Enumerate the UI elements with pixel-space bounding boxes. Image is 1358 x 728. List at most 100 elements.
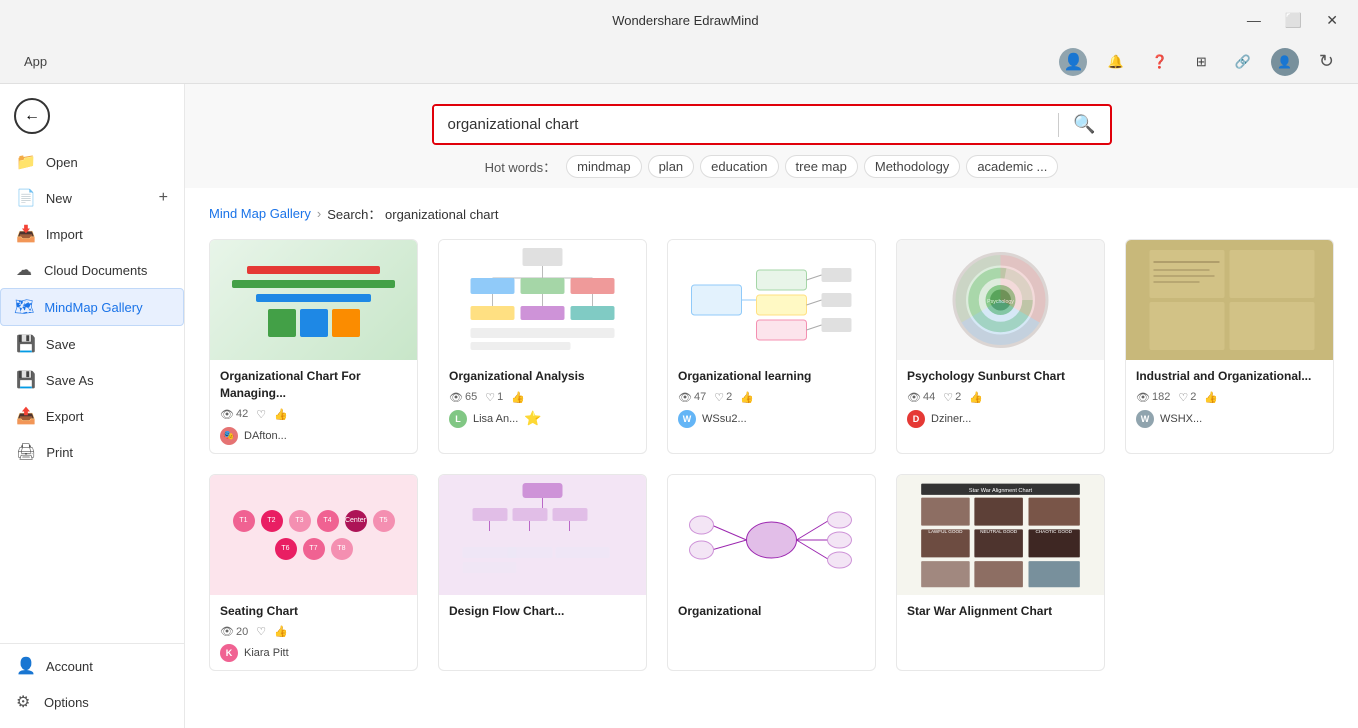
card-title-4: Psychology Sunburst Chart: [907, 368, 1094, 385]
grid-icon[interactable]: ⊞: [1188, 50, 1215, 74]
sidebar-label-gallery: MindMap Gallery: [44, 300, 142, 315]
sidebar-item-new[interactable]: 📄 New +: [0, 180, 184, 216]
hot-word-academic[interactable]: academic ...: [966, 155, 1058, 178]
sidebar-label-export: Export: [46, 409, 84, 424]
svg-text:Star War Alignment Chart: Star War Alignment Chart: [969, 488, 1033, 494]
hot-words-label: Hot words：: [485, 157, 557, 176]
help-icon[interactable]: ❓: [1144, 50, 1176, 74]
sidebar-item-print[interactable]: 🖨 Print: [0, 434, 184, 470]
gallery-icon: 🗺: [14, 297, 34, 317]
author-avatar-1: 🎭: [220, 427, 238, 445]
card-meta-3: 👁 47 ♡ 2 👍: [678, 391, 865, 404]
author-name-1: DAfton...: [244, 430, 287, 442]
card-thumb-7: [439, 475, 646, 595]
title-bar: Wondershare EdrawMind — ⬜ ✕: [0, 0, 1358, 40]
card-title-2: Organizational Analysis: [449, 368, 636, 385]
sidebar-item-save-as[interactable]: 💾 Save As: [0, 362, 184, 398]
hot-word-education[interactable]: education: [700, 155, 778, 178]
maximize-button[interactable]: ⬜: [1277, 8, 1310, 33]
sidebar-item-options[interactable]: ⚙ Options: [0, 684, 184, 720]
sidebar-item-cloud[interactable]: ☁ Cloud Documents: [0, 252, 184, 288]
user-avatar[interactable]: 👤: [1271, 48, 1299, 76]
breadcrumb-root[interactable]: Mind Map Gallery: [209, 206, 311, 221]
toolbar-left: App: [16, 50, 55, 73]
card-title-7: Design Flow Chart...: [449, 603, 636, 620]
sidebar-label-account: Account: [46, 659, 93, 674]
svg-text:CHAOTIC GOOD: CHAOTIC GOOD: [1035, 529, 1072, 534]
sidebar-label-cloud: Cloud Documents: [44, 263, 147, 278]
card-views-2: 👁 65: [449, 391, 477, 404]
card-heart-4: ♡ 2: [943, 391, 961, 404]
svg-text:LAWFUL GOOD: LAWFUL GOOD: [928, 529, 963, 534]
close-button[interactable]: ✕: [1318, 8, 1346, 33]
card-title-8: Organizational: [678, 603, 865, 620]
back-button[interactable]: ←: [0, 92, 184, 140]
card-seating[interactable]: T1 T2 T3 T4 Center T5 T6 T7 T8 Seating C…: [209, 474, 418, 672]
share-icon[interactable]: 🔗: [1227, 50, 1259, 74]
card-heart-1: ♡: [256, 408, 266, 421]
card-like-3: 👍: [740, 391, 754, 404]
app-button[interactable]: App: [16, 50, 55, 73]
org-learning-svg: [668, 240, 875, 360]
card-starwar[interactable]: Star War Alignment Chart: [896, 474, 1105, 672]
sidebar-label-saveas: Save As: [46, 373, 94, 388]
card-author-3: W WSsu2...: [678, 410, 865, 428]
card-thumb-9: Star War Alignment Chart: [897, 475, 1104, 595]
card-meta-5: 👁 182 ♡ 2 👍: [1136, 391, 1323, 404]
export-icon: 📤: [16, 406, 36, 426]
content-area: 🔍 Hot words： mindmap plan education tree…: [185, 84, 1358, 728]
save-icon: 💾: [16, 334, 36, 354]
card-org-purple[interactable]: Organizational: [667, 474, 876, 672]
sidebar-item-save[interactable]: 💾 Save: [0, 326, 184, 362]
breadcrumb: Mind Map Gallery › Search： organizationa…: [209, 204, 1334, 223]
card-heart-2: ♡ 1: [485, 391, 503, 404]
sidebar-item-open[interactable]: 📁 Open: [0, 144, 184, 180]
sidebar-item-account[interactable]: 👤 Account: [0, 648, 184, 684]
saveas-icon: 💾: [16, 370, 36, 390]
gallery-area: Mind Map Gallery › Search： organizationa…: [185, 188, 1358, 728]
sidebar-label-options: Options: [44, 695, 89, 710]
bell-icon[interactable]: 🔔: [1099, 50, 1131, 74]
refresh-button[interactable]: ↻: [1311, 47, 1342, 76]
card-like-2: 👍: [511, 391, 525, 404]
design-flow-svg: [439, 475, 646, 595]
author-avatar-4: D: [907, 410, 925, 428]
card-info-6: Seating Chart 👁 20 ♡ 👍 K Kiara Pitt: [210, 595, 417, 671]
card-industrial[interactable]: Industrial and Organizational... 👁 182 ♡…: [1125, 239, 1334, 454]
seating-visual: T1 T2 T3 T4 Center T5 T6 T7 T8: [210, 498, 417, 572]
search-area: 🔍 Hot words： mindmap plan education tree…: [185, 84, 1358, 188]
card-info-2: Organizational Analysis 👁 65 ♡ 1 👍 L Lis…: [439, 360, 646, 436]
card-org-analysis[interactable]: Organizational Analysis 👁 65 ♡ 1 👍 L Lis…: [438, 239, 647, 454]
breadcrumb-current: Search： organizational chart: [327, 204, 498, 223]
author-name-3: WSsu2...: [702, 413, 747, 425]
sidebar-item-mindmap-gallery[interactable]: 🗺 MindMap Gallery: [0, 288, 184, 326]
hot-word-treemap[interactable]: tree map: [785, 155, 858, 178]
card-org-chart[interactable]: Organizational Chart For Managing... 👁 4…: [209, 239, 418, 454]
new-file-icon: 📄: [16, 188, 36, 208]
card-thumb-4: Psychology: [897, 240, 1104, 360]
card-org-learning[interactable]: Organizational learning 👁 47 ♡ 2 👍 W WSs…: [667, 239, 876, 454]
card-grid: Organizational Chart For Managing... 👁 4…: [209, 239, 1334, 671]
card-meta-6: 👁 20 ♡ 👍: [220, 625, 407, 638]
card-meta-4: 👁 44 ♡ 2 👍: [907, 391, 1094, 404]
main-layout: ← 📁 Open 📄 New + 📥 Import ☁ Cloud Docume…: [0, 84, 1358, 728]
search-input[interactable]: [434, 106, 1059, 143]
card-info-5: Industrial and Organizational... 👁 182 ♡…: [1126, 360, 1333, 436]
card-title-1: Organizational Chart For Managing...: [220, 368, 407, 402]
sidebar-item-export[interactable]: 📤 Export: [0, 398, 184, 434]
avatar[interactable]: 👤: [1059, 48, 1087, 76]
search-button[interactable]: 🔍: [1059, 106, 1109, 143]
minimize-button[interactable]: —: [1239, 8, 1269, 32]
hot-word-methodology[interactable]: Methodology: [864, 155, 960, 178]
card-author-2: L Lisa An... ⭐: [449, 410, 636, 428]
card-design-flow[interactable]: Design Flow Chart...: [438, 474, 647, 672]
hot-word-plan[interactable]: plan: [648, 155, 695, 178]
card-info-1: Organizational Chart For Managing... 👁 4…: [210, 360, 417, 453]
org-thumb-1: [210, 240, 417, 360]
card-views-4: 👁 44: [907, 391, 935, 404]
card-thumb-1: [210, 240, 417, 360]
card-title-5: Industrial and Organizational...: [1136, 368, 1323, 385]
card-sunburst[interactable]: Psychology Psychology Sunburst Chart 👁 4…: [896, 239, 1105, 454]
hot-word-mindmap[interactable]: mindmap: [566, 155, 641, 178]
sidebar-item-import[interactable]: 📥 Import: [0, 216, 184, 252]
